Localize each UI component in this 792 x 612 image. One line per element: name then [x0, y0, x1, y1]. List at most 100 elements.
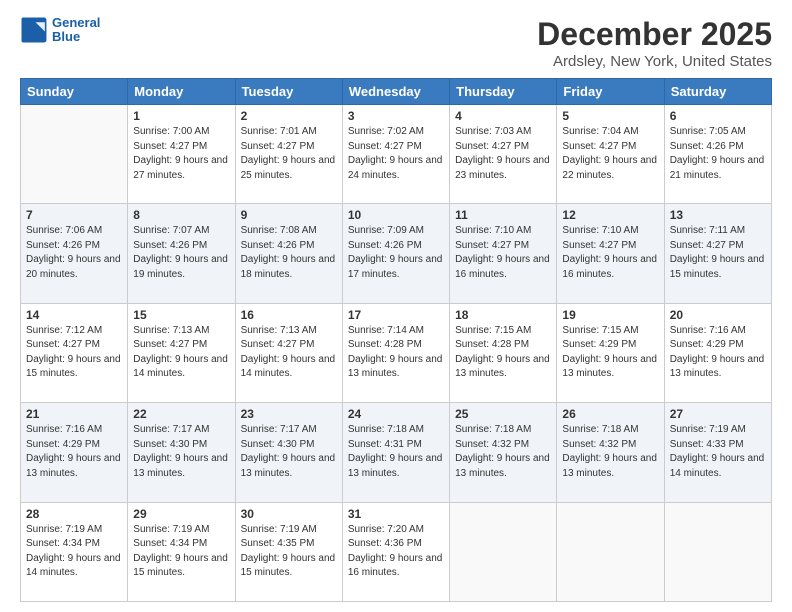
- week-row-4: 21 Sunrise: 7:16 AMSunset: 4:29 PMDayligh…: [21, 403, 772, 502]
- logo-icon: [20, 16, 48, 44]
- week-row-1: 1 Sunrise: 7:00 AMSunset: 4:27 PMDaylight…: [21, 105, 772, 204]
- day-number: 25: [455, 407, 551, 421]
- day-info: Sunrise: 7:06 AMSunset: 4:26 PMDaylight:…: [26, 224, 122, 282]
- day-info: Sunrise: 7:01 AMSunset: 4:27 PMDaylight:…: [241, 125, 337, 183]
- day-number: 11: [455, 208, 551, 222]
- day-number: 2: [241, 109, 337, 123]
- header: General Blue December 2025 Ardsley, New …: [20, 16, 772, 70]
- calendar-cell: 7 Sunrise: 7:06 AMSunset: 4:26 PMDaylight…: [21, 204, 128, 303]
- calendar-cell: 13 Sunrise: 7:11 AMSunset: 4:27 PMDayligh…: [664, 204, 771, 303]
- calendar-table: SundayMondayTuesdayWednesdayThursdayFrid…: [20, 78, 772, 602]
- week-row-2: 7 Sunrise: 7:06 AMSunset: 4:26 PMDaylight…: [21, 204, 772, 303]
- day-number: 6: [670, 109, 766, 123]
- calendar-cell: 15 Sunrise: 7:13 AMSunset: 4:27 PMDayligh…: [128, 303, 235, 402]
- day-info: Sunrise: 7:11 AMSunset: 4:27 PMDaylight:…: [670, 224, 766, 282]
- day-number: 14: [26, 308, 122, 322]
- title-block: December 2025 Ardsley, New York, United …: [537, 16, 772, 70]
- day-number: 26: [562, 407, 658, 421]
- day-info: Sunrise: 7:05 AMSunset: 4:26 PMDaylight:…: [670, 125, 766, 183]
- day-info: Sunrise: 7:14 AMSunset: 4:28 PMDaylight:…: [348, 324, 444, 382]
- day-info: Sunrise: 7:19 AMSunset: 4:34 PMDaylight:…: [133, 523, 229, 581]
- day-info: Sunrise: 7:10 AMSunset: 4:27 PMDaylight:…: [562, 224, 658, 282]
- day-info: Sunrise: 7:19 AMSunset: 4:34 PMDaylight:…: [26, 523, 122, 581]
- day-header-friday: Friday: [557, 79, 664, 105]
- day-info: Sunrise: 7:17 AMSunset: 4:30 PMDaylight:…: [241, 423, 337, 481]
- day-number: 31: [348, 507, 444, 521]
- calendar-cell: 22 Sunrise: 7:17 AMSunset: 4:30 PMDayligh…: [128, 403, 235, 502]
- day-number: 22: [133, 407, 229, 421]
- day-number: 19: [562, 308, 658, 322]
- calendar-cell: 24 Sunrise: 7:18 AMSunset: 4:31 PMDayligh…: [342, 403, 449, 502]
- day-number: 8: [133, 208, 229, 222]
- day-info: Sunrise: 7:20 AMSunset: 4:36 PMDaylight:…: [348, 523, 444, 581]
- day-info: Sunrise: 7:12 AMSunset: 4:27 PMDaylight:…: [26, 324, 122, 382]
- calendar-subtitle: Ardsley, New York, United States: [537, 53, 772, 70]
- day-info: Sunrise: 7:15 AMSunset: 4:28 PMDaylight:…: [455, 324, 551, 382]
- day-number: 10: [348, 208, 444, 222]
- calendar-cell: 18 Sunrise: 7:15 AMSunset: 4:28 PMDayligh…: [450, 303, 557, 402]
- day-info: Sunrise: 7:16 AMSunset: 4:29 PMDaylight:…: [670, 324, 766, 382]
- day-header-sunday: Sunday: [21, 79, 128, 105]
- calendar-cell: [21, 105, 128, 204]
- week-row-5: 28 Sunrise: 7:19 AMSunset: 4:34 PMDayligh…: [21, 502, 772, 601]
- day-info: Sunrise: 7:02 AMSunset: 4:27 PMDaylight:…: [348, 125, 444, 183]
- day-info: Sunrise: 7:16 AMSunset: 4:29 PMDaylight:…: [26, 423, 122, 481]
- day-info: Sunrise: 7:18 AMSunset: 4:32 PMDaylight:…: [562, 423, 658, 481]
- calendar-cell: 10 Sunrise: 7:09 AMSunset: 4:26 PMDayligh…: [342, 204, 449, 303]
- day-number: 1: [133, 109, 229, 123]
- day-number: 21: [26, 407, 122, 421]
- calendar-cell: 23 Sunrise: 7:17 AMSunset: 4:30 PMDayligh…: [235, 403, 342, 502]
- calendar-cell: 4Sunrise: 7:03 AMSunset: 4:27 PMDaylight…: [450, 105, 557, 204]
- day-number: 18: [455, 308, 551, 322]
- day-number: 16: [241, 308, 337, 322]
- day-number: 9: [241, 208, 337, 222]
- day-info: Sunrise: 7:08 AMSunset: 4:26 PMDaylight:…: [241, 224, 337, 282]
- day-number: 23: [241, 407, 337, 421]
- logo-text: General Blue: [52, 16, 100, 45]
- day-header-saturday: Saturday: [664, 79, 771, 105]
- day-number: 12: [562, 208, 658, 222]
- day-number: 15: [133, 308, 229, 322]
- day-info: Sunrise: 7:17 AMSunset: 4:30 PMDaylight:…: [133, 423, 229, 481]
- day-info: Sunrise: 7:04 AMSunset: 4:27 PMDaylight:…: [562, 125, 658, 183]
- day-header-monday: Monday: [128, 79, 235, 105]
- day-info: Sunrise: 7:13 AMSunset: 4:27 PMDaylight:…: [241, 324, 337, 382]
- day-info: Sunrise: 7:18 AMSunset: 4:32 PMDaylight:…: [455, 423, 551, 481]
- calendar-cell: [664, 502, 771, 601]
- day-header-wednesday: Wednesday: [342, 79, 449, 105]
- day-number: 3: [348, 109, 444, 123]
- day-number: 28: [26, 507, 122, 521]
- day-number: 24: [348, 407, 444, 421]
- day-info: Sunrise: 7:10 AMSunset: 4:27 PMDaylight:…: [455, 224, 551, 282]
- calendar-title: December 2025: [537, 16, 772, 53]
- page: General Blue December 2025 Ardsley, New …: [0, 0, 792, 612]
- day-number: 27: [670, 407, 766, 421]
- calendar-cell: 5 Sunrise: 7:04 AMSunset: 4:27 PMDaylight…: [557, 105, 664, 204]
- calendar-cell: 27 Sunrise: 7:19 AMSunset: 4:33 PMDayligh…: [664, 403, 771, 502]
- calendar-cell: 25 Sunrise: 7:18 AMSunset: 4:32 PMDayligh…: [450, 403, 557, 502]
- day-info: Sunrise: 7:19 AMSunset: 4:35 PMDaylight:…: [241, 523, 337, 581]
- calendar-cell: 31 Sunrise: 7:20 AMSunset: 4:36 PMDayligh…: [342, 502, 449, 601]
- calendar-cell: 14 Sunrise: 7:12 AMSunset: 4:27 PMDayligh…: [21, 303, 128, 402]
- day-info: Sunrise: 7:19 AMSunset: 4:33 PMDaylight:…: [670, 423, 766, 481]
- day-header-tuesday: Tuesday: [235, 79, 342, 105]
- day-info: Sunrise: 7:09 AMSunset: 4:26 PMDaylight:…: [348, 224, 444, 282]
- calendar-cell: 17Sunrise: 7:14 AMSunset: 4:28 PMDayligh…: [342, 303, 449, 402]
- calendar-cell: 29 Sunrise: 7:19 AMSunset: 4:34 PMDayligh…: [128, 502, 235, 601]
- calendar-cell: 8Sunrise: 7:07 AMSunset: 4:26 PMDaylight…: [128, 204, 235, 303]
- calendar-cell: 2 Sunrise: 7:01 AMSunset: 4:27 PMDaylight…: [235, 105, 342, 204]
- calendar-cell: 11 Sunrise: 7:10 AMSunset: 4:27 PMDayligh…: [450, 204, 557, 303]
- day-info: Sunrise: 7:18 AMSunset: 4:31 PMDaylight:…: [348, 423, 444, 481]
- day-number: 29: [133, 507, 229, 521]
- day-number: 5: [562, 109, 658, 123]
- calendar-cell: [450, 502, 557, 601]
- calendar-cell: 1 Sunrise: 7:00 AMSunset: 4:27 PMDaylight…: [128, 105, 235, 204]
- calendar-cell: 16 Sunrise: 7:13 AMSunset: 4:27 PMDayligh…: [235, 303, 342, 402]
- day-number: 13: [670, 208, 766, 222]
- calendar-cell: 20Sunrise: 7:16 AMSunset: 4:29 PMDayligh…: [664, 303, 771, 402]
- day-number: 7: [26, 208, 122, 222]
- week-row-3: 14 Sunrise: 7:12 AMSunset: 4:27 PMDayligh…: [21, 303, 772, 402]
- calendar-cell: 28 Sunrise: 7:19 AMSunset: 4:34 PMDayligh…: [21, 502, 128, 601]
- day-info: Sunrise: 7:00 AMSunset: 4:27 PMDaylight:…: [133, 125, 229, 183]
- day-info: Sunrise: 7:13 AMSunset: 4:27 PMDaylight:…: [133, 324, 229, 382]
